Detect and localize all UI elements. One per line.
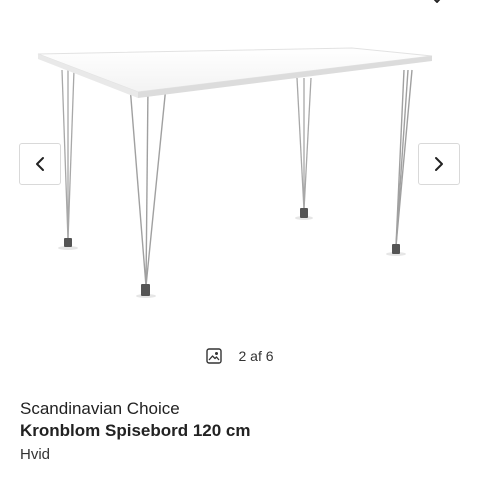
product-title: Kronblom Spisebord 120 cm: [20, 421, 251, 440]
next-image-button[interactable]: [418, 143, 460, 185]
product-brand[interactable]: Scandinavian Choice: [20, 398, 460, 420]
image-counter-text: 2 af 6: [238, 348, 274, 364]
chevron-right-icon: [435, 157, 443, 171]
image-counter: 2 af 6: [0, 348, 480, 364]
chevron-left-icon: [36, 157, 44, 171]
image-gallery[interactable]: [0, 0, 480, 340]
image-icon: [206, 348, 223, 364]
product-info: Scandinavian Choice Kronblom Spisebord 1…: [20, 398, 460, 466]
previous-image-button[interactable]: [19, 143, 61, 185]
product-variant: Hvid: [20, 446, 51, 463]
product-image: [37, 47, 433, 298]
